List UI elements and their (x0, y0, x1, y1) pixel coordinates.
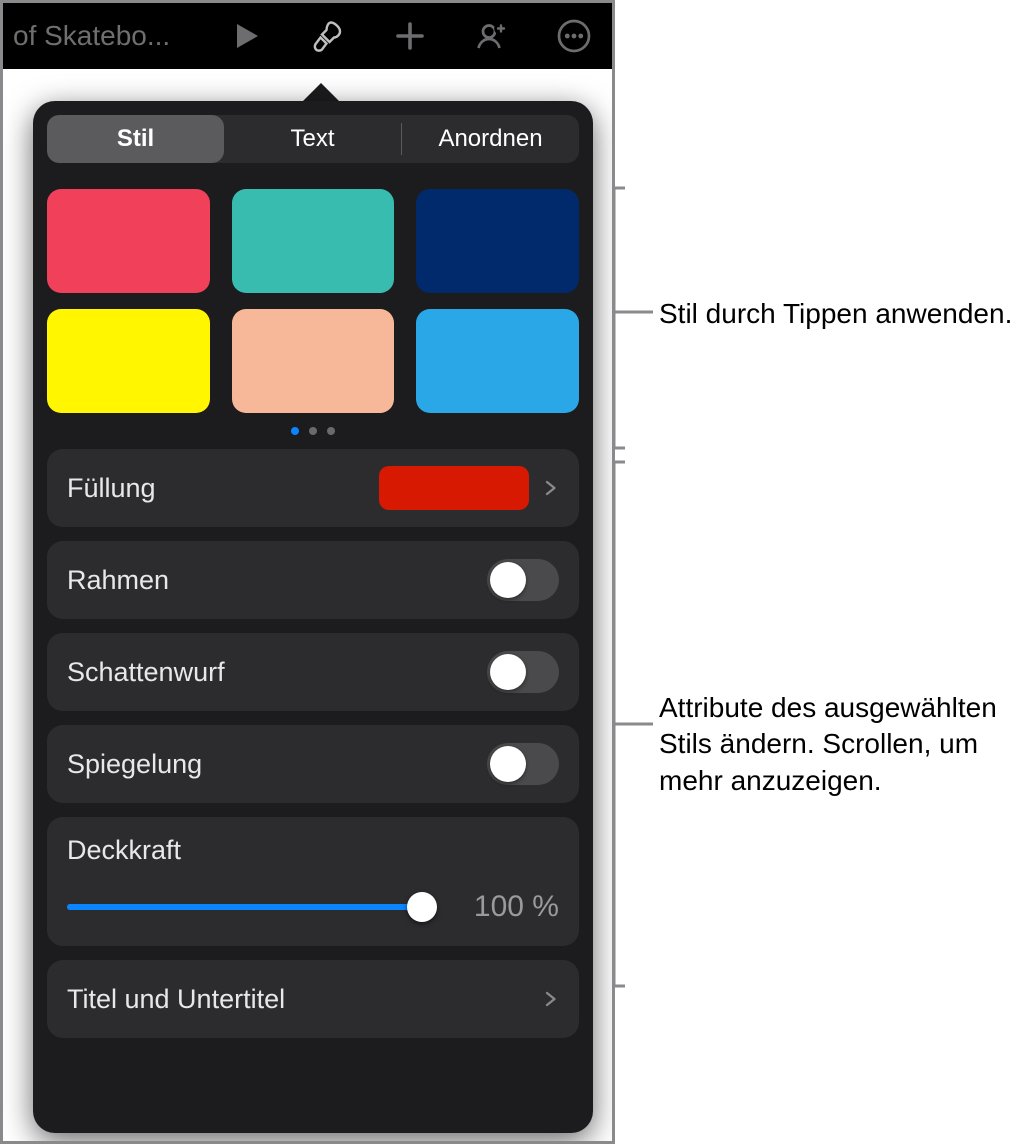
fill-row[interactable]: Füllung (47, 449, 579, 527)
toolbar-icon-group (228, 18, 602, 54)
segmented-control: Stil Text Anordnen (47, 115, 579, 163)
page-dot[interactable] (327, 427, 335, 435)
toggle-knob (490, 562, 526, 598)
shadow-toggle[interactable] (487, 651, 559, 693)
toggle-knob (490, 746, 526, 782)
style-swatch[interactable] (47, 189, 210, 293)
style-swatch[interactable] (232, 309, 395, 413)
style-swatch[interactable] (416, 309, 579, 413)
style-swatch[interactable] (232, 189, 395, 293)
chevron-right-icon (541, 985, 559, 1013)
app-toolbar: of Skatebo... (3, 3, 612, 69)
format-popover: Stil Text Anordnen Füllung (33, 83, 593, 1133)
page-dots (47, 427, 579, 435)
collaborate-icon[interactable] (474, 18, 510, 54)
border-label: Rahmen (67, 565, 487, 596)
style-swatch[interactable] (47, 309, 210, 413)
annotation-text: Stil durch Tippen anwenden. (659, 296, 1027, 332)
annotation-text: Attribute des ausgewählten Stils ändern.… (659, 690, 1027, 799)
title-subtitle-label: Titel und Untertitel (67, 984, 529, 1015)
toggle-knob (490, 654, 526, 690)
tab-anordnen[interactable]: Anordnen (402, 115, 579, 163)
slider-thumb[interactable] (407, 892, 437, 922)
page-dot[interactable] (291, 427, 299, 435)
shadow-label: Schattenwurf (67, 657, 487, 688)
style-swatch[interactable] (416, 189, 579, 293)
reflection-toggle[interactable] (487, 743, 559, 785)
title-subtitle-row[interactable]: Titel und Untertitel (47, 960, 579, 1038)
border-toggle[interactable] (487, 559, 559, 601)
plus-icon[interactable] (392, 18, 428, 54)
reflection-label: Spiegelung (67, 749, 487, 780)
document-title: of Skatebo... (13, 20, 183, 52)
page-dot[interactable] (309, 427, 317, 435)
opacity-label: Deckkraft (67, 835, 559, 866)
play-icon[interactable] (228, 18, 264, 54)
chevron-right-icon (541, 474, 559, 502)
fill-label: Füllung (67, 473, 379, 504)
popover-arrow (303, 83, 339, 101)
annotation-change-attributes: Attribute des ausgewählten Stils ändern.… (613, 462, 1027, 986)
border-row[interactable]: Rahmen (47, 541, 579, 619)
format-brush-icon[interactable] (310, 18, 346, 54)
opacity-row: Deckkraft 100 % (47, 817, 579, 946)
device-frame: of Skatebo... Stil Text (0, 0, 615, 1144)
reflection-row[interactable]: Spiegelung (47, 725, 579, 803)
tab-text[interactable]: Text (224, 115, 401, 163)
tab-stil[interactable]: Stil (47, 115, 224, 163)
opacity-value: 100 % (459, 890, 559, 924)
slider-track-fill (67, 904, 435, 910)
fill-color-swatch (379, 466, 529, 510)
more-icon[interactable] (556, 18, 592, 54)
shadow-row[interactable]: Schattenwurf (47, 633, 579, 711)
annotation-apply-style: Stil durch Tippen anwenden. (613, 188, 1027, 448)
opacity-slider[interactable] (67, 892, 435, 922)
popover-body: Stil Text Anordnen Füllung (33, 101, 593, 1133)
style-swatch-grid (47, 189, 579, 413)
